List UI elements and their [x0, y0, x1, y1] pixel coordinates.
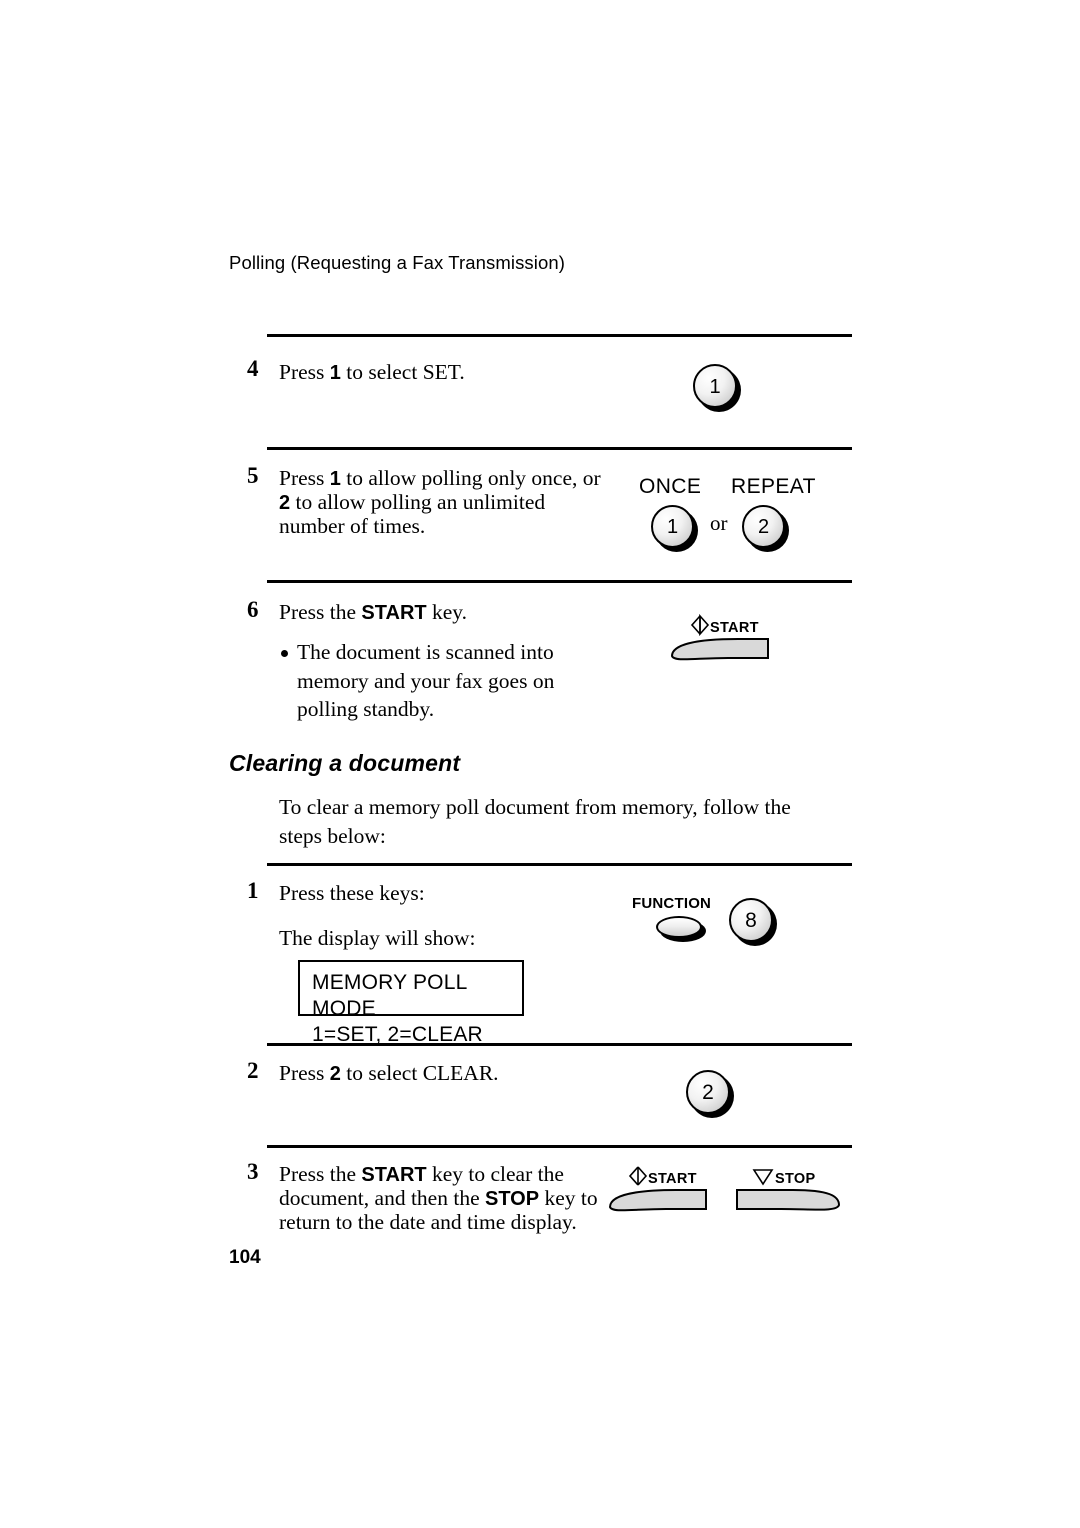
start-diamond-icon: [628, 1166, 648, 1186]
step-5-number: 5: [247, 463, 259, 488]
divider-rule: [267, 863, 852, 866]
divider-rule: [267, 334, 852, 337]
lcd-display: MEMORY POLL MODE 1=SET, 2=CLEAR: [298, 960, 524, 1046]
repeat-label: REPEAT: [731, 475, 816, 498]
clear-step-3-line-3: return to the date and time display.: [279, 1210, 577, 1234]
step-4-number: 4: [247, 356, 259, 381]
clear-step-1-number: 1: [247, 878, 259, 903]
once-label: ONCE: [639, 475, 702, 498]
divider-rule: [267, 447, 852, 450]
divider-rule: [267, 1145, 852, 1148]
bullet-dot: [281, 650, 288, 657]
section-intro: To clear a memory poll document from mem…: [279, 795, 791, 848]
section-heading: Clearing a document: [229, 750, 461, 776]
key-label: 2: [686, 1070, 730, 1114]
step-5-line-3: number of times.: [279, 514, 426, 538]
start-diamond-icon: [690, 614, 710, 636]
step-6-bullet-text: The document is scanned into memory and …: [297, 640, 555, 721]
key-label: 1: [693, 364, 737, 408]
clear-step-1-line-1: Press these keys:: [279, 881, 425, 905]
start-key-button[interactable]: [668, 636, 778, 668]
key-label: 2: [742, 505, 785, 548]
stop-triangle-icon: [752, 1169, 774, 1186]
page-number: 104: [229, 1247, 261, 1268]
divider-rule: [267, 580, 852, 583]
clear-step-1-line-2: The display will show:: [279, 926, 476, 950]
step-4-text: Press 1 to select SET.: [279, 360, 465, 384]
function-key-button[interactable]: [656, 916, 702, 938]
step-6-text: Press the START key.: [279, 600, 468, 624]
manual-page: Polling (Requesting a Fax Transmission) …: [0, 0, 1080, 1528]
running-head: Polling (Requesting a Fax Transmission): [229, 252, 566, 273]
divider-rule: [267, 1043, 852, 1046]
clear-step-2-text: Press 2 to select CLEAR.: [279, 1061, 499, 1085]
lcd-line-1: MEMORY POLL MODE: [312, 971, 467, 1020]
function-key-label: FUNCTION: [632, 895, 712, 912]
stop-key-button[interactable]: [733, 1187, 843, 1219]
key-label: 1: [651, 505, 694, 548]
key-label: 8: [729, 898, 773, 942]
stop-key-label: STOP: [775, 1171, 816, 1187]
or-label: or: [710, 511, 728, 535]
clear-step-2-number: 2: [247, 1058, 259, 1083]
clear-step-3-number: 3: [247, 1159, 259, 1184]
start-key-button[interactable]: [606, 1187, 716, 1219]
step-6-number: 6: [247, 597, 259, 622]
